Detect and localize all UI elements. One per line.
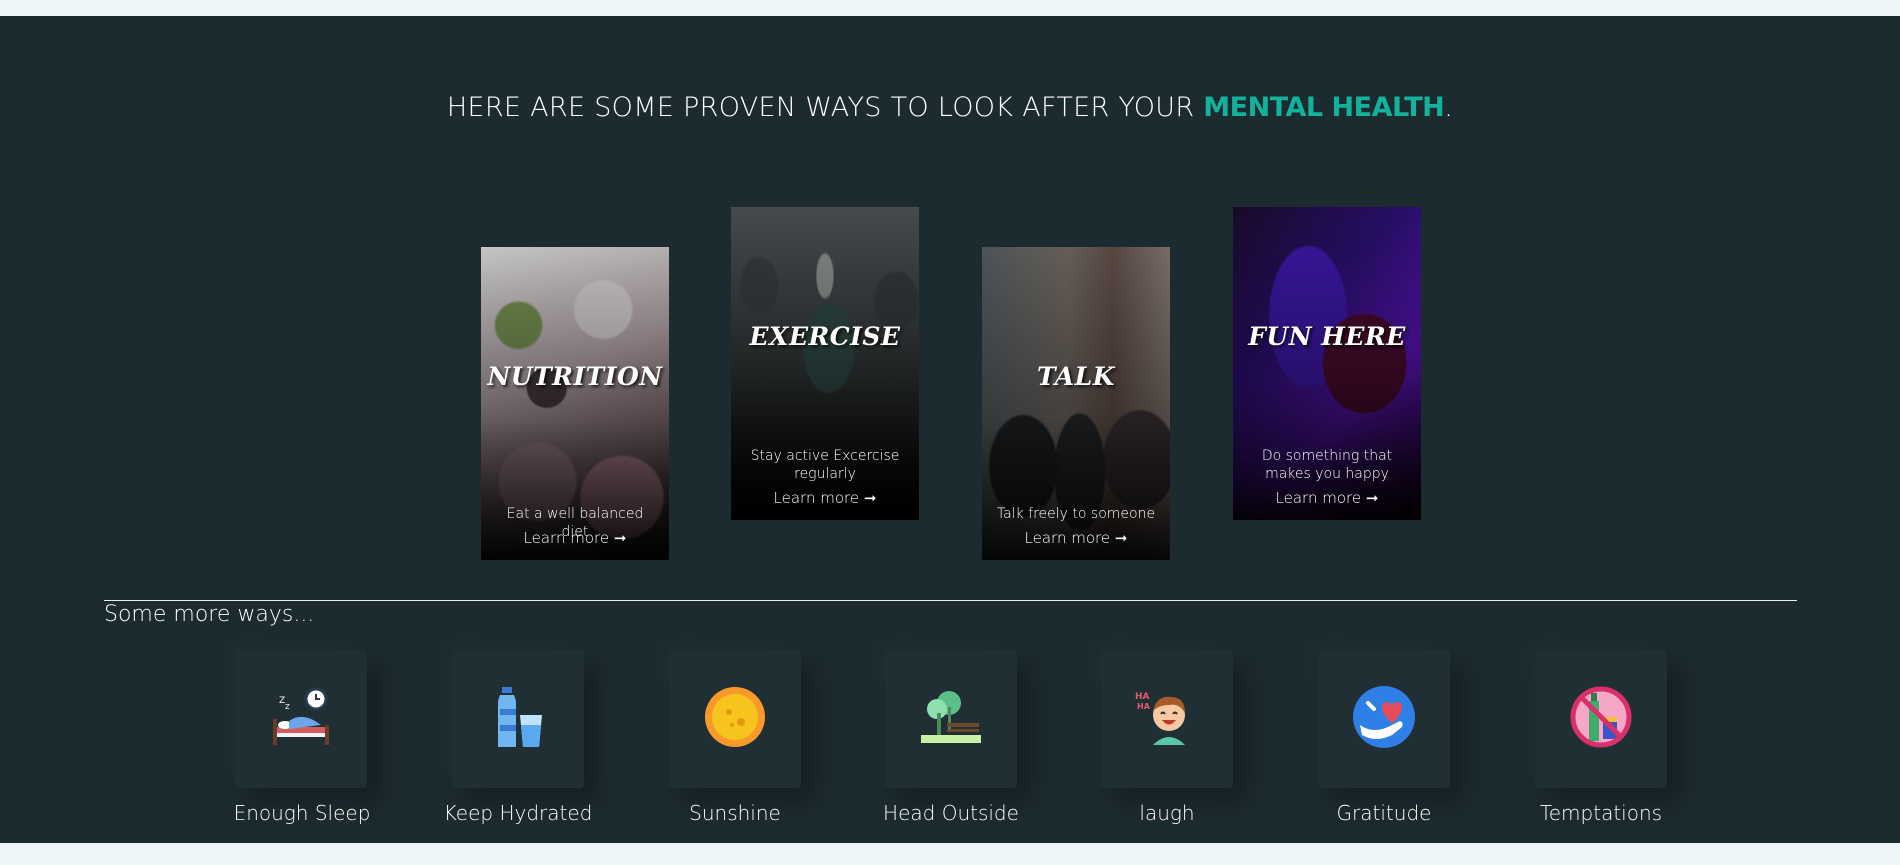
card-title: NUTRITION [487,362,663,391]
headline-accent: MENTAL HEALTH [1203,92,1445,123]
svg-text:HA: HA [1135,692,1150,702]
headline-text: HERE ARE SOME PROVEN WAYS TO LOOK AFTER … [446,92,1195,123]
headline-suffix: . [1444,92,1454,123]
tile-temptations[interactable] [1535,650,1667,788]
card-description: Stay active Excercise regularly [750,448,900,482]
laughing-face-icon: HA HA [1135,692,1185,745]
sleep-icon: ZZ [273,687,329,745]
svg-text:Z: Z [285,703,290,711]
card-fun-here[interactable]: FUN HERE Do something that makes you hap… [1233,207,1421,520]
card-talk[interactable]: TALK Talk freely to someone Learn more ➞ [982,247,1170,560]
tile-label: Gratitude [1336,801,1432,825]
card-title: TALK [1037,362,1115,391]
learn-more-link[interactable]: Learn more ➞ [481,529,669,547]
tile-laugh[interactable]: HA HA [1101,650,1233,788]
card-description: Do something that makes you happy [1261,448,1393,482]
tile-label: Enough Sleep [233,801,371,825]
svg-text:HA: HA [1137,702,1151,711]
no-alcohol-icon [1570,686,1632,748]
tile-label: Sunshine [689,801,781,825]
section-divider [104,600,1797,601]
learn-more-link[interactable]: Learn more ➞ [1233,489,1421,507]
card-exercise[interactable]: EXERCISE Stay active Excercise regularly… [731,207,919,520]
tile-label: laugh [1139,801,1195,825]
card-title: EXERCISE [749,322,901,351]
learn-more-link[interactable]: Learn more ➞ [982,529,1170,547]
gratitude-icon [1353,686,1415,748]
park-icon [921,691,981,743]
tile-gratitude[interactable] [1318,650,1450,788]
tile-head-outside[interactable] [885,650,1017,788]
section-headline: HERE ARE SOME PROVEN WAYS TO LOOK AFTER … [0,92,1900,123]
tile-label: Temptations [1539,801,1663,825]
more-ways-title: Some more ways... [104,602,315,627]
water-bottle-icon [498,687,542,747]
tile-label: Head Outside [883,801,1019,825]
card-description: Talk freely to someone [996,506,1156,522]
tile-label: Keep Hydrated [443,801,593,825]
tile-keep-hydrated[interactable] [452,650,584,788]
sun-icon [705,687,765,747]
tile-sunshine[interactable] [669,650,801,788]
card-title: FUN HERE [1248,322,1406,351]
card-nutrition[interactable]: NUTRITION Eat a well balanced diet Learn… [481,247,669,560]
tile-enough-sleep[interactable]: ZZ [235,650,367,788]
learn-more-link[interactable]: Learn more ➞ [731,489,919,507]
